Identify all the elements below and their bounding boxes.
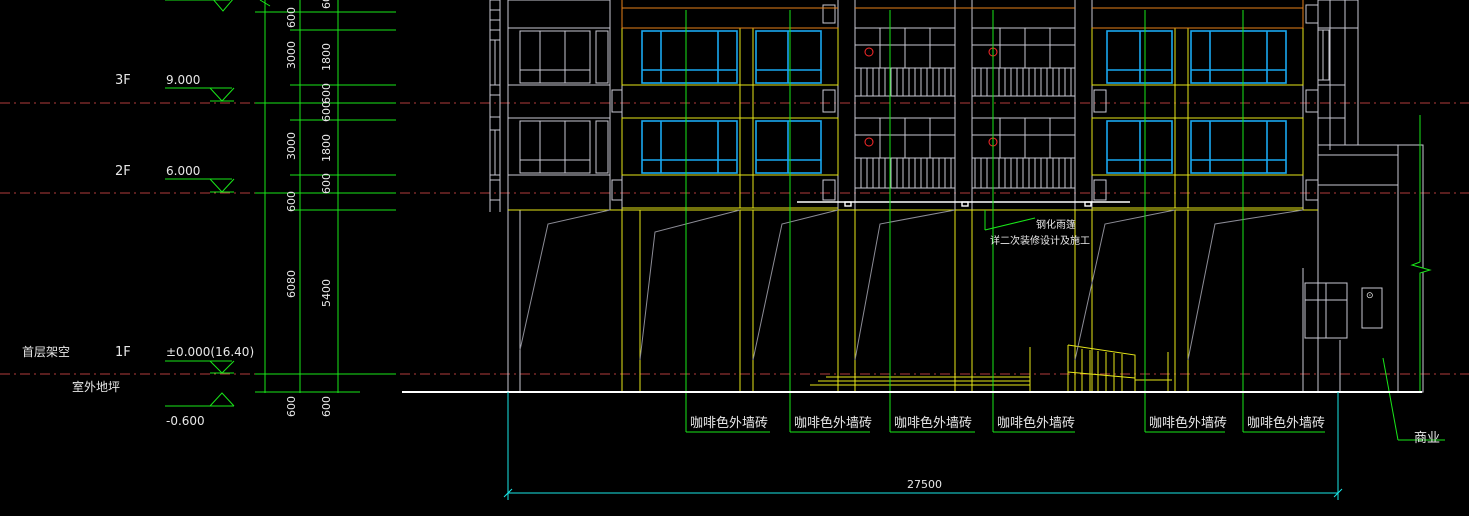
elevation-label-1f: ±0.000(16.40): [166, 345, 254, 359]
callout-line-2: 详二次装修设计及施工: [990, 234, 1090, 247]
material-label: 咖啡色外墙砖: [894, 415, 972, 431]
material-label: 咖啡色外墙砖: [997, 415, 1075, 431]
sign-icon: ⊙: [1366, 291, 1374, 301]
dim-text: 5400: [320, 279, 333, 307]
dim-text: 6080: [285, 270, 298, 298]
dim-text: 600: [320, 83, 333, 104]
material-label: 咖啡色外墙砖: [690, 415, 768, 431]
level-labels: 3F 9.000 2F 6.000 首层架空 1F ±0.000(16.40) …: [22, 73, 254, 428]
elevation-label-2f: 6.000: [166, 164, 200, 178]
dim-text: 600: [285, 396, 298, 417]
floor-label-1f: 1F: [115, 345, 131, 360]
dim-text: 600: [285, 7, 298, 28]
dim-text: 1800: [320, 134, 333, 162]
elevation-drawing: 3F 9.000 2F 6.000 首层架空 1F ±0.000(16.40) …: [0, 0, 1469, 500]
dim-text: 600: [285, 191, 298, 212]
material-label: 咖啡色外墙砖: [1149, 415, 1227, 431]
building-elevation: [489, 0, 1424, 393]
balcony-railings: [489, 29, 1331, 189]
dim-text: 3000: [285, 132, 298, 160]
overall-dimension-text: 27500: [907, 478, 942, 491]
outdoor-elevation-label: -0.600: [166, 414, 205, 428]
shopfront-outlines: [519, 209, 1304, 361]
elevation-label-3f: 9.000: [166, 73, 200, 87]
outdoor-ground-label: 室外地坪: [72, 379, 120, 394]
commercial-label: 商业: [1414, 431, 1440, 446]
dim-text: 600: [320, 396, 333, 417]
material-labels: 咖啡色外墙砖 咖啡色外墙砖 咖啡色外墙砖 咖啡色外墙砖 咖啡色外墙砖 咖啡色外墙…: [690, 415, 1325, 431]
dim-text: 600: [320, 0, 333, 9]
roof-band: [621, 0, 1304, 29]
dim-text: 3000: [285, 41, 298, 69]
canopy: [797, 201, 1130, 207]
windows-blue: [641, 30, 1287, 174]
dim-text: 600: [320, 173, 333, 194]
callout-line-1: 钢化雨篷: [1036, 218, 1076, 231]
floor-label-3f: 3F: [115, 73, 131, 88]
ground-note-label: 首层架空: [22, 345, 70, 359]
material-label: 咖啡色外墙砖: [1247, 415, 1325, 431]
fire-marks: [864, 47, 998, 147]
dim-text: 1800: [320, 43, 333, 71]
dim-text: 600: [320, 101, 333, 122]
floor-label-2f: 2F: [115, 164, 131, 179]
material-label: 咖啡色外墙砖: [794, 415, 872, 431]
level-lines: [0, 102, 1469, 375]
dimension-texts: 3000 3000 6080 600 600 1800 600 600 1800…: [285, 0, 333, 417]
